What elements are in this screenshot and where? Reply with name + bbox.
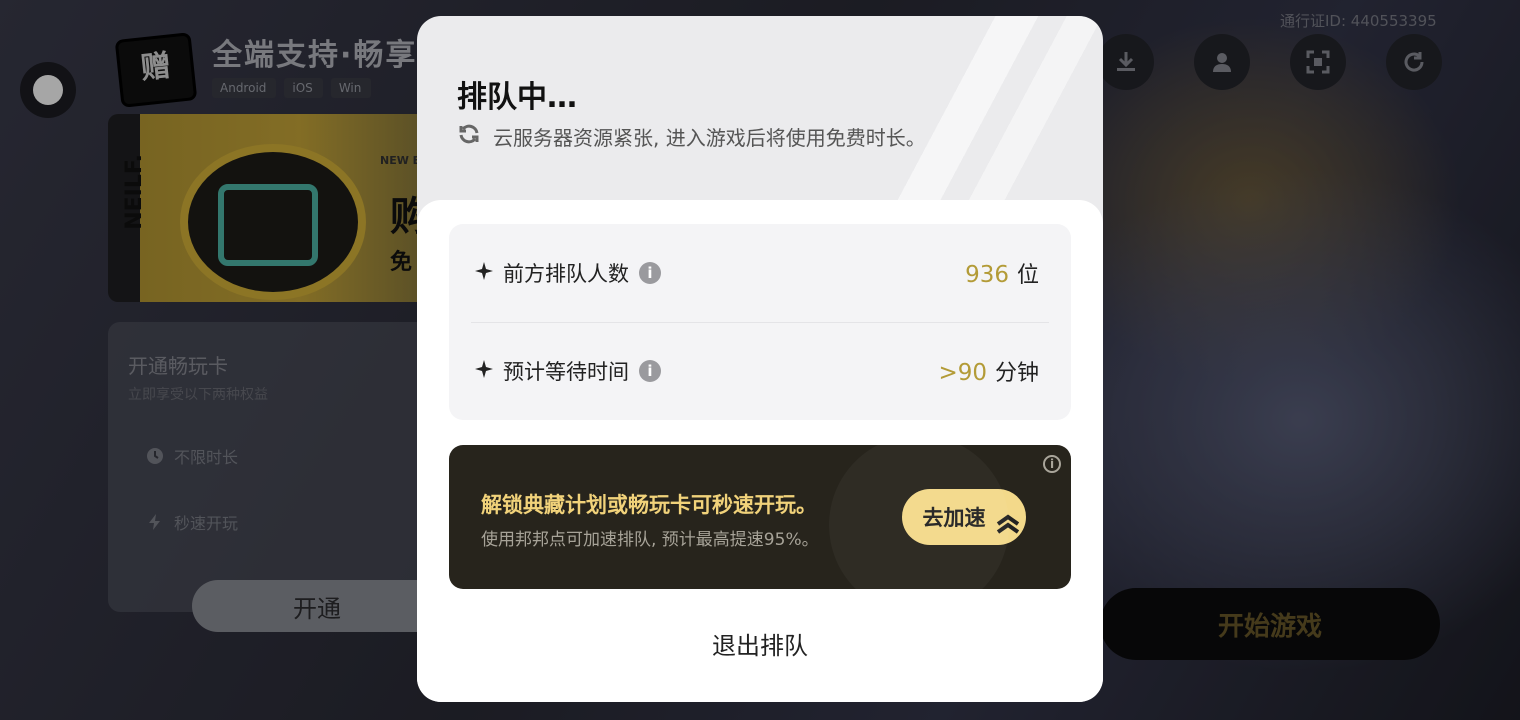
info-icon[interactable]: i	[639, 262, 661, 284]
server-notice: 云服务器资源紧张, 进入游戏后将使用免费时长。	[457, 122, 926, 151]
sync-icon	[457, 122, 481, 151]
queue-ahead-label: 前方排队人数	[503, 262, 629, 286]
wait-time-label: 预计等待时间	[503, 360, 629, 384]
queue-ahead-row: 前方排队人数 i 936 位	[449, 224, 1071, 322]
queue-dialog: 排队中… 云服务器资源紧张, 进入游戏后将使用免费时长。 前方排队人数 i 93…	[417, 16, 1103, 702]
server-notice-text: 云服务器资源紧张, 进入游戏后将使用免费时长。	[493, 126, 926, 150]
queue-ahead-unit: 位	[1016, 263, 1039, 288]
boost-info-icon[interactable]: i	[1043, 455, 1061, 473]
exit-queue-button[interactable]: 退出排队	[660, 618, 860, 668]
wait-time-value: >90	[938, 360, 987, 386]
boost-button[interactable]: 去加速	[902, 489, 1026, 545]
dialog-body: 前方排队人数 i 936 位 预计等待时间 i >90 分钟 i 解锁典藏计划或…	[417, 200, 1103, 702]
double-chevron-up-icon	[996, 512, 1020, 541]
dialog-decoration	[853, 16, 1103, 216]
wait-time-row: 预计等待时间 i >90 分钟	[449, 322, 1071, 420]
boost-title: 解锁典藏计划或畅玩卡可秒速开玩。	[481, 493, 817, 517]
boost-button-label: 去加速	[922, 506, 986, 530]
boost-panel: i 解锁典藏计划或畅玩卡可秒速开玩。 使用邦邦点可加速排队, 预计最高提速95%…	[449, 445, 1071, 589]
queue-stats: 前方排队人数 i 936 位 预计等待时间 i >90 分钟	[449, 224, 1071, 420]
queue-ahead-value: 936	[965, 262, 1009, 288]
dialog-title: 排队中…	[457, 80, 577, 115]
wait-time-unit: 分钟	[994, 361, 1039, 386]
boost-subtitle: 使用邦邦点可加速排队, 预计最高提速95%。	[481, 530, 819, 550]
sparkle-icon	[475, 359, 493, 383]
sparkle-icon	[475, 261, 493, 285]
info-icon[interactable]: i	[639, 360, 661, 382]
